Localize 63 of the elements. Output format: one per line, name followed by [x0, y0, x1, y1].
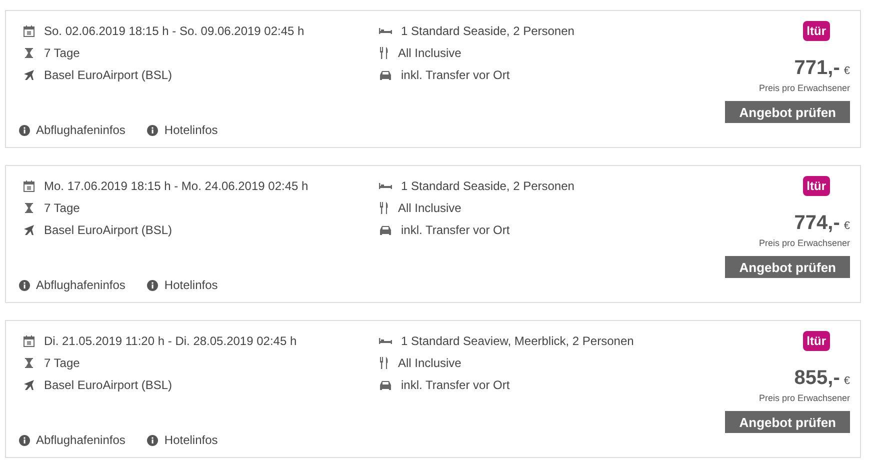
price-note: Preis pro Erwachsener: [758, 83, 850, 93]
info-icon: [19, 280, 30, 290]
calendar-icon: [23, 180, 35, 192]
departure-airport: Basel EuroAirport (BSL): [44, 378, 172, 392]
check-offer-button[interactable]: Angebot prüfen: [725, 256, 850, 278]
transfer-info: inkl. Transfer vor Ort: [401, 223, 510, 237]
calendar-icon: [23, 335, 35, 347]
calendar-icon: [23, 25, 35, 37]
airplane-icon: [23, 379, 35, 391]
duration: 7 Tage: [44, 201, 80, 215]
duration: 7 Tage: [44, 46, 80, 60]
board-type: All Inclusive: [398, 356, 462, 370]
tour-operator-logo: ltür: [802, 331, 830, 351]
car-icon: [379, 70, 392, 80]
info-link[interactable]: Hotelinfos: [164, 123, 218, 137]
travel-dates: Mo. 17.06.2019 18:15 h - Mo. 24.06.2019 02:45 h: [44, 179, 308, 193]
car-icon: [379, 380, 392, 390]
price: 855,-: [794, 367, 840, 390]
travel-dates: Di. 21.05.2019 11:20 h - Di. 28.05.2019 02:45 h: [44, 334, 297, 348]
info-link[interactable]: Abflughafeninfos: [36, 123, 126, 137]
airplane-icon: [23, 69, 35, 81]
currency: €: [844, 220, 850, 232]
hourglass-icon: [23, 47, 35, 59]
cutlery-icon: [379, 357, 389, 369]
room-type: 1 Standard Seaside, 2 Personen: [401, 179, 574, 193]
info-icon: [147, 434, 158, 446]
info-link[interactable]: Hotelinfos: [164, 433, 218, 447]
currency: €: [844, 375, 850, 387]
info-icon: [147, 124, 158, 136]
info-icon: [19, 434, 30, 446]
info-icon: [19, 124, 30, 136]
transfer-info: inkl. Transfer vor Ort: [401, 378, 510, 392]
bed-icon: [379, 337, 392, 345]
cutlery-icon: [379, 202, 389, 214]
departure-airport: Basel EuroAirport (BSL): [44, 223, 172, 237]
tour-operator-logo: ltür: [802, 21, 830, 41]
currency: €: [844, 65, 850, 77]
room-type: 1 Standard Seaside, 2 Personen: [401, 24, 574, 38]
info-icon: [147, 280, 158, 290]
departure-airport: Basel EuroAirport (BSL): [44, 68, 172, 82]
duration: 7 Tage: [44, 356, 80, 370]
hourglass-icon: [23, 202, 35, 214]
cutlery-icon: [379, 47, 389, 59]
price-note: Preis pro Erwachsener: [758, 238, 850, 248]
car-icon: [379, 224, 392, 236]
price-note: Preis pro Erwachsener: [758, 393, 850, 403]
info-link[interactable]: Abflughafeninfos: [36, 278, 126, 292]
transfer-info: inkl. Transfer vor Ort: [401, 68, 510, 82]
tour-operator-logo: ltür: [802, 176, 830, 196]
airplane-icon: [23, 224, 35, 236]
travel-dates: So. 02.06.2019 18:15 h - So. 09.06.2019 02:45 h: [44, 24, 304, 38]
info-link[interactable]: Hotelinfos: [164, 278, 218, 292]
check-offer-button[interactable]: Angebot prüfen: [725, 411, 850, 433]
check-offer-button[interactable]: Angebot prüfen: [725, 101, 850, 123]
price: 774,-: [794, 212, 840, 235]
price: 771,-: [794, 57, 840, 80]
bed-icon: [379, 182, 392, 190]
info-link[interactable]: Abflughafeninfos: [36, 433, 126, 447]
board-type: All Inclusive: [398, 46, 462, 60]
bed-icon: [379, 27, 392, 35]
board-type: All Inclusive: [398, 201, 462, 215]
room-type: 1 Standard Seaview, Meerblick, 2 Personen: [401, 334, 634, 348]
hourglass-icon: [23, 357, 35, 369]
